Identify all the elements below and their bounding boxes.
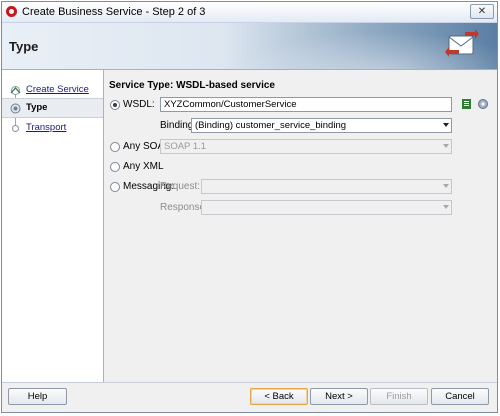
- soap-version-value: SOAP 1.1: [164, 141, 207, 152]
- response-select: [201, 200, 452, 215]
- wsdl-value: XYZCommon/CustomerService: [164, 99, 297, 110]
- close-icon: ✕: [477, 6, 487, 17]
- back-button[interactable]: < Back: [250, 388, 308, 405]
- wizard-header: Type: [2, 23, 497, 70]
- request-select: [201, 179, 452, 194]
- any-xml-radio[interactable]: [110, 162, 120, 172]
- wizard-steps-nav: Create Service Type Transport: [2, 70, 104, 382]
- nav-item-transport[interactable]: Transport: [2, 119, 103, 137]
- help-button[interactable]: Help: [8, 388, 67, 405]
- nav-item-type[interactable]: Type: [2, 98, 103, 118]
- cancel-button[interactable]: Cancel: [431, 388, 489, 405]
- wsdl-label: WSDL:: [123, 99, 155, 110]
- close-button[interactable]: ✕: [470, 4, 494, 19]
- wsdl-field[interactable]: XYZCommon/CustomerService: [160, 97, 452, 112]
- nav-item-label[interactable]: Create Service: [26, 84, 89, 95]
- nav-item-label[interactable]: Transport: [26, 122, 66, 133]
- page-title: Type: [9, 39, 39, 54]
- browse-wsdl-icon[interactable]: [461, 98, 473, 110]
- app-icon: [6, 6, 17, 17]
- service-type-panel: Service Type: WSDL-based service WSDL: X…: [104, 70, 497, 382]
- binding-select[interactable]: (Binding) customer_service_binding: [191, 118, 452, 133]
- title-bar: Create Business Service - Step 2 of 3 ✕: [2, 2, 497, 23]
- window-title: Create Business Service - Step 2 of 3: [22, 6, 206, 18]
- chevron-down-icon: [443, 184, 449, 188]
- any-soap-radio[interactable]: [110, 142, 120, 152]
- request-label: Request:: [160, 181, 201, 192]
- chevron-down-icon: [443, 123, 449, 127]
- chevron-down-icon: [443, 144, 449, 148]
- footer-divider: [2, 382, 497, 383]
- chevron-down-icon: [443, 205, 449, 209]
- wsdl-radio[interactable]: [110, 100, 120, 110]
- messaging-radio[interactable]: [110, 182, 120, 192]
- next-button[interactable]: Next >: [310, 388, 368, 405]
- nav-item-label[interactable]: Type: [26, 102, 47, 113]
- nav-item-create-service[interactable]: Create Service: [2, 81, 103, 99]
- service-type-heading: Service Type: WSDL-based service: [109, 80, 275, 91]
- settings-gear-icon[interactable]: [477, 98, 489, 110]
- binding-value: (Binding) customer_service_binding: [195, 120, 347, 131]
- create-business-service-dialog: Create Business Service - Step 2 of 3 ✕ …: [1, 1, 498, 413]
- envelope-arrows-icon: [445, 29, 479, 57]
- step-pending-icon: [12, 125, 19, 132]
- any-xml-label: Any XML: [123, 161, 164, 172]
- soap-version-select: SOAP 1.1: [160, 139, 452, 154]
- step-current-icon: [10, 103, 21, 114]
- finish-button: Finish: [370, 388, 428, 405]
- step-complete-icon: [10, 86, 21, 95]
